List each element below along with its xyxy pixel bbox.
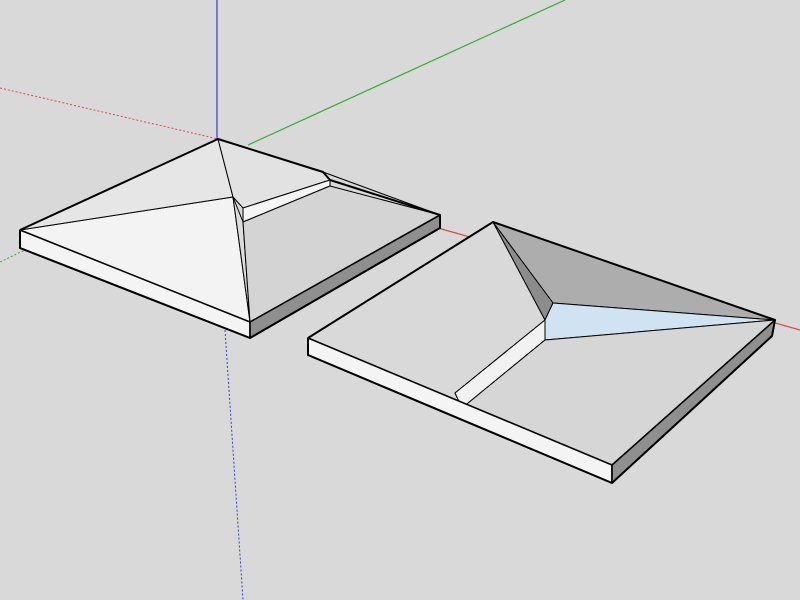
3d-scene-canvas[interactable] — [0, 0, 800, 600]
green-axis-negative — [0, 249, 26, 263]
red-axis-negative — [0, 87, 219, 140]
blue-axis-negative — [224, 329, 244, 600]
modeling-viewport[interactable] — [0, 0, 800, 600]
green-axis — [247, 0, 566, 146]
